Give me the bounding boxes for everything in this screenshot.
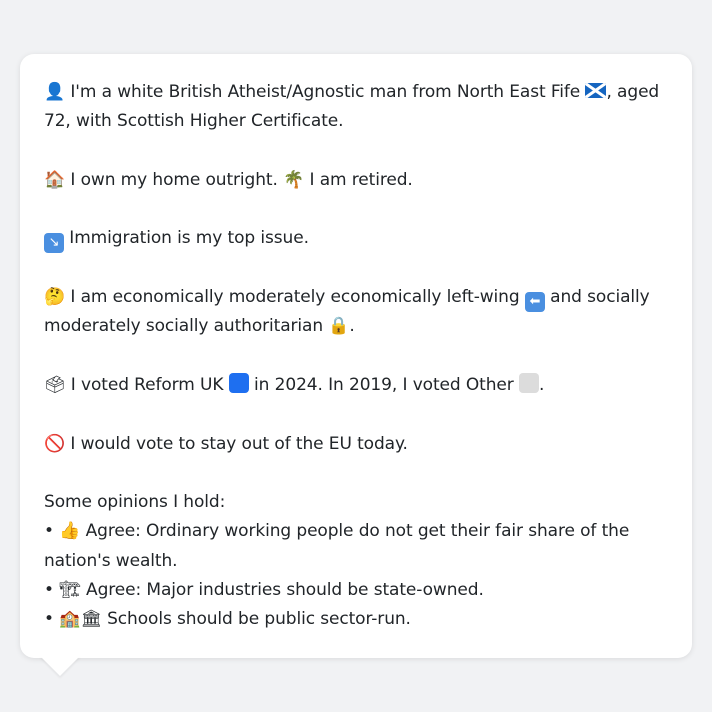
opinion-text: Agree: Major industries should be state-… <box>80 580 484 601</box>
opinion-item: • 🏫🏛 Schools should be public sector-run… <box>44 605 670 634</box>
opinion-item: • 🏗 Agree: Major industries should be st… <box>44 576 670 605</box>
ballot-box-icon: 🗳 <box>44 374 66 395</box>
thumbs-up-icon: 👍 <box>59 521 81 542</box>
eu-line: 🚫 I would vote to stay out of the EU tod… <box>44 430 670 459</box>
home-line: 🏠 I own my home outright. 🌴 I am retired… <box>44 166 670 195</box>
ideology-text-c: . <box>349 316 355 337</box>
identity-text-a: I'm a white British Atheist/Agnostic man… <box>65 82 586 102</box>
opinions-heading: Some opinions I hold: <box>44 492 226 513</box>
party-2024-color-swatch <box>228 372 249 393</box>
vote-text-a: I voted Reform UK <box>65 374 229 395</box>
scotland-flag-icon <box>585 83 607 98</box>
home-text-a: I own my home outright. <box>65 169 284 190</box>
issue-line: ↘ Immigration is my top issue. <box>44 224 670 254</box>
vote-text-c: . <box>538 374 545 395</box>
bullet: • <box>44 609 54 630</box>
school-building-icon: 🏫🏛 <box>59 609 102 630</box>
speech-bubble-tail <box>40 656 80 676</box>
vote-line: 🗳 I voted Reform UK in 2024. In 2019, I … <box>44 371 670 400</box>
vote-text-b: in 2024. In 2019, I voted Other <box>248 374 519 395</box>
palm-tree-icon: 🌴 <box>283 169 305 190</box>
home-text-b: I am retired. <box>304 169 413 190</box>
ideology-line: 🤔 I am economically moderately economica… <box>44 283 670 342</box>
house-icon: 🏠 <box>44 169 66 190</box>
user-icon: 👤 <box>44 82 66 102</box>
lock-icon: 🔒 <box>328 316 350 337</box>
construction-crane-icon: 🏗 <box>59 580 81 601</box>
left-arrow-icon: ⬅ <box>524 292 545 313</box>
eu-text: I would vote to stay out of the EU today… <box>65 433 408 454</box>
opinion-text: Schools should be public sector-run. <box>101 609 411 630</box>
party-2019-color-swatch <box>518 372 539 393</box>
opinion-text: Agree: Ordinary working people do not ge… <box>44 521 630 571</box>
prohibited-icon: 🚫 <box>44 433 66 454</box>
issue-text: Immigration is my top issue. <box>64 228 309 249</box>
arrow-down-right-icon: ↘ <box>44 233 64 254</box>
identity-line: 👤 I'm a white British Atheist/Agnostic m… <box>44 78 670 137</box>
persona-card: 👤 I'm a white British Atheist/Agnostic m… <box>20 54 692 658</box>
ideology-text-a: I am economically moderately economicall… <box>65 287 525 308</box>
opinion-item: • 👍 Agree: Ordinary working people do no… <box>44 517 670 576</box>
bullet: • <box>44 580 54 601</box>
thinking-face-icon: 🤔 <box>44 287 66 308</box>
bullet: • <box>44 521 54 542</box>
